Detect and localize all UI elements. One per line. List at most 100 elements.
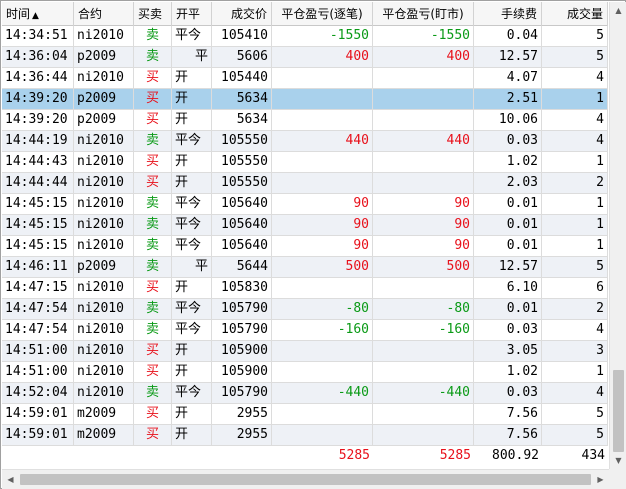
table-row[interactable]: 14:34:51 ni2010 卖平今 105410 -1550 -1550 0.04 5 bbox=[2, 26, 608, 47]
cell-side: 买 bbox=[134, 425, 172, 445]
horizontal-scrollbar[interactable]: ◀ ▶ bbox=[2, 469, 609, 489]
col-header-open-close[interactable]: 开平 bbox=[172, 2, 212, 26]
cell-fee: 2.51 bbox=[474, 89, 542, 109]
cell-volume: 1 bbox=[542, 362, 608, 382]
cell-contract: ni2010 bbox=[74, 320, 134, 340]
cell-side: 买 bbox=[134, 89, 172, 109]
cell-time: 14:44:19 bbox=[2, 131, 74, 151]
cell-price: 5634 bbox=[212, 89, 272, 109]
cell-open-close: 开 bbox=[172, 110, 212, 130]
cell-pnl-mark bbox=[373, 68, 474, 88]
cell-contract: ni2010 bbox=[74, 236, 134, 256]
cell-pnl-trade: 400 bbox=[272, 47, 373, 67]
cell-volume: 4 bbox=[542, 110, 608, 130]
table-row[interactable]: 14:51:00 ni2010 买开 105900 3.05 3 bbox=[2, 341, 608, 362]
cell-fee: 0.03 bbox=[474, 320, 542, 340]
table-row[interactable]: 14:47:15 ni2010 买开 105830 6.10 6 bbox=[2, 278, 608, 299]
col-header-fee[interactable]: 手续费 bbox=[474, 2, 542, 26]
col-header-time-label: 时间 bbox=[6, 7, 31, 21]
scroll-right-arrow-icon[interactable]: ▶ bbox=[592, 470, 609, 489]
cell-contract: ni2010 bbox=[74, 215, 134, 235]
table-row[interactable]: 14:44:19 ni2010 卖平今 105550 440 440 0.03 4 bbox=[2, 131, 608, 152]
cell-volume: 4 bbox=[542, 131, 608, 151]
cell-open-close: 平今 bbox=[172, 131, 212, 151]
col-header-contract[interactable]: 合约 bbox=[74, 2, 134, 26]
table-row[interactable]: 14:39:20 p2009 买开 5634 2.51 1 bbox=[2, 89, 608, 110]
col-header-pnl-mark[interactable]: 平仓盈亏(盯市) bbox=[373, 2, 474, 26]
cell-side: 卖 bbox=[134, 383, 172, 403]
cell-pnl-mark bbox=[373, 425, 474, 445]
sort-ascending-icon: ▲ bbox=[32, 11, 39, 21]
grid-header: 时间 ▲ 合约 买卖 开平 成交价 平仓盈亏(逐笔) 平仓盈亏(盯市) 手续费 成… bbox=[2, 2, 608, 26]
cell-price: 105640 bbox=[212, 194, 272, 214]
col-header-price[interactable]: 成交价 bbox=[212, 2, 272, 26]
cell-pnl-mark bbox=[373, 89, 474, 109]
col-header-side[interactable]: 买卖 bbox=[134, 2, 172, 26]
table-row[interactable]: 14:59:01 m2009 买开 2955 7.56 5 bbox=[2, 425, 608, 446]
col-header-time[interactable]: 时间 ▲ bbox=[2, 2, 74, 26]
cell-fee: 6.10 bbox=[474, 278, 542, 298]
col-header-pnl-trade[interactable]: 平仓盈亏(逐笔) bbox=[272, 2, 373, 26]
cell-price: 105900 bbox=[212, 341, 272, 361]
horizontal-scroll-thumb[interactable] bbox=[20, 474, 591, 485]
cell-pnl-trade: 90 bbox=[272, 236, 373, 256]
cell-contract: ni2010 bbox=[74, 173, 134, 193]
table-row[interactable]: 14:36:04 p2009 卖平 5606 400 400 12.57 5 bbox=[2, 47, 608, 68]
table-row[interactable]: 14:36:44 ni2010 买开 105440 4.07 4 bbox=[2, 68, 608, 89]
cell-price: 105440 bbox=[212, 68, 272, 88]
cell-contract: ni2010 bbox=[74, 299, 134, 319]
cell-open-close: 平今 bbox=[172, 383, 212, 403]
cell-time: 14:51:00 bbox=[2, 341, 74, 361]
cell-open-close: 平今 bbox=[172, 215, 212, 235]
cell-contract: ni2010 bbox=[74, 26, 134, 46]
table-row[interactable]: 14:47:54 ni2010 卖平今 105790 -80 -80 0.01 2 bbox=[2, 299, 608, 320]
cell-contract: p2009 bbox=[74, 257, 134, 277]
table-row[interactable]: 14:45:15 ni2010 卖平今 105640 90 90 0.01 1 bbox=[2, 194, 608, 215]
cell-pnl-mark: 90 bbox=[373, 236, 474, 256]
table-row[interactable]: 14:59:01 m2009 买开 2955 7.56 5 bbox=[2, 404, 608, 425]
scroll-left-arrow-icon[interactable]: ◀ bbox=[2, 470, 19, 489]
cell-price: 105550 bbox=[212, 152, 272, 172]
table-row[interactable]: 14:45:15 ni2010 卖平今 105640 90 90 0.01 1 bbox=[2, 236, 608, 257]
table-row[interactable]: 14:52:04 ni2010 卖平今 105790 -440 -440 0.03 4 bbox=[2, 383, 608, 404]
cell-pnl-mark: -1550 bbox=[373, 26, 474, 46]
cell-open-close: 开 bbox=[172, 425, 212, 445]
table-row[interactable]: 14:47:54 ni2010 卖平今 105790 -160 -160 0.03 4 bbox=[2, 320, 608, 341]
cell-volume: 4 bbox=[542, 320, 608, 340]
table-row[interactable]: 14:44:43 ni2010 买开 105550 1.02 1 bbox=[2, 152, 608, 173]
total-pnl-mark: 5285 bbox=[439, 448, 471, 463]
cell-price: 105640 bbox=[212, 236, 272, 256]
table-row[interactable]: 14:46:11 p2009 卖平 5644 500 500 12.57 5 bbox=[2, 257, 608, 278]
scroll-up-arrow-icon[interactable]: ▲ bbox=[610, 2, 626, 19]
cell-pnl-mark: 500 bbox=[373, 257, 474, 277]
total-volume: 434 bbox=[581, 448, 605, 463]
table-row[interactable]: 14:45:15 ni2010 卖平今 105640 90 90 0.01 1 bbox=[2, 215, 608, 236]
cell-open-close: 平今 bbox=[172, 320, 212, 340]
cell-contract: m2009 bbox=[74, 425, 134, 445]
cell-time: 14:47:54 bbox=[2, 320, 74, 340]
cell-pnl-trade bbox=[272, 362, 373, 382]
cell-contract: ni2010 bbox=[74, 194, 134, 214]
cell-contract: p2009 bbox=[74, 47, 134, 67]
cell-side: 卖 bbox=[134, 257, 172, 277]
cell-open-close: 平今 bbox=[172, 236, 212, 256]
cell-price: 2955 bbox=[212, 425, 272, 445]
cell-open-close: 开 bbox=[172, 341, 212, 361]
cell-time: 14:39:20 bbox=[2, 89, 74, 109]
cell-price: 105410 bbox=[212, 26, 272, 46]
cell-time: 14:51:00 bbox=[2, 362, 74, 382]
col-header-volume[interactable]: 成交量 bbox=[542, 2, 608, 26]
vertical-scroll-thumb[interactable] bbox=[613, 370, 624, 452]
vertical-scrollbar[interactable]: ▲ ▼ bbox=[609, 2, 626, 469]
cell-side: 卖 bbox=[134, 215, 172, 235]
table-row[interactable]: 14:51:00 ni2010 买开 105900 1.02 1 bbox=[2, 362, 608, 383]
cell-fee: 0.01 bbox=[474, 299, 542, 319]
cell-fee: 0.01 bbox=[474, 215, 542, 235]
cell-fee: 7.56 bbox=[474, 404, 542, 424]
scroll-down-arrow-icon[interactable]: ▼ bbox=[610, 452, 626, 469]
cell-contract: ni2010 bbox=[74, 341, 134, 361]
cell-fee: 0.04 bbox=[474, 26, 542, 46]
table-row[interactable]: 14:39:20 p2009 买开 5634 10.06 4 bbox=[2, 110, 608, 131]
cell-time: 14:34:51 bbox=[2, 26, 74, 46]
table-row[interactable]: 14:44:44 ni2010 买开 105550 2.03 2 bbox=[2, 173, 608, 194]
